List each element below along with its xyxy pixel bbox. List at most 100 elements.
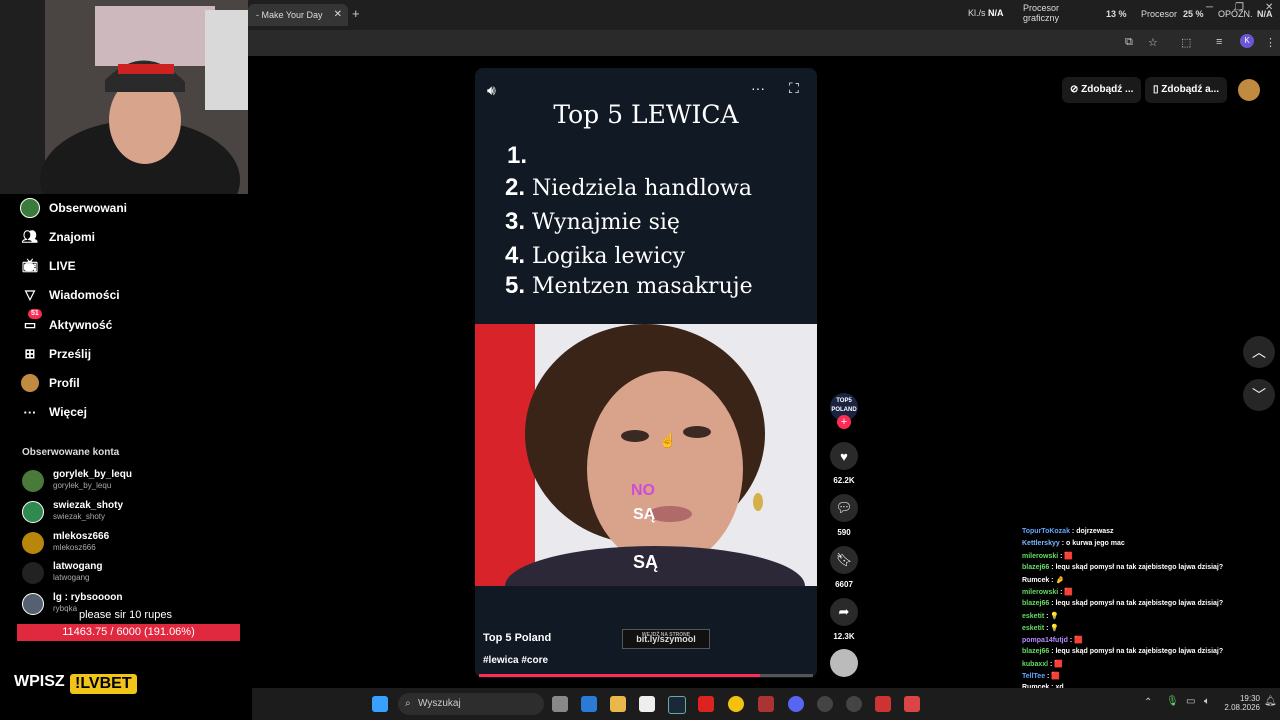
chat-message: esketit : 💡 [1022,624,1059,632]
minimize-icon[interactable]: ─ [1206,2,1213,13]
maximize-icon[interactable]: ❐ [1235,2,1244,13]
chrome-icon[interactable] [728,696,744,712]
sidebar-item-wiadomosci[interactable]: ▽ Wiadomości [20,283,120,307]
chat-message: kubaxxl : 🟥 [1022,660,1063,668]
avatar [22,562,44,584]
sidebar-item-wiecej[interactable]: ··· Więcej [20,400,87,424]
fps-value: N/A [988,8,1004,18]
microphone-icon[interactable]: 🎙︎ [1166,696,1179,707]
chat-message: blazej66 : lequ skąd pomysł na tak zajeb… [1022,648,1223,655]
browser-tab[interactable]: - Make Your Day ✕ [248,4,348,26]
video-hashtags[interactable]: #lewica #core [483,655,548,666]
followed-account[interactable]: mlekosz666 mlekosz666 [22,530,242,556]
network-icon[interactable]: ▭ [1186,696,1195,707]
chat-text: dojrzewasz [1076,528,1114,535]
account-name: swiezak_shoty [53,500,124,511]
app-icon-red[interactable] [698,696,714,712]
tray-chevron-icon[interactable]: ⌃ [1144,697,1152,708]
more-options-icon[interactable]: ··· [751,80,765,96]
gpu-label-line1: Procesor [1023,3,1060,13]
sidebar-item-aktywnosc[interactable]: ▭ 51 Aktywność [20,309,112,337]
subtitle-word: NO [631,482,655,499]
sidebar-item-profil[interactable]: Profil [20,371,80,395]
speaker-image [475,324,817,586]
chat-username: blazej66 [1022,564,1050,571]
bookmark-star-icon[interactable]: ☆ [1148,36,1158,49]
video-author[interactable]: Top 5 Poland [483,632,551,644]
chat-message: pompa14futjd : 🟥 [1022,636,1083,644]
sidebar-item-live[interactable]: 📺︎ LIVE [20,254,76,278]
user-avatar[interactable] [1238,79,1260,101]
shield-icon[interactable] [875,696,891,712]
obs-icon[interactable] [817,696,833,712]
comment-button[interactable]: 💬︎ 590 [829,494,859,537]
fullscreen-icon[interactable]: ⛶ [789,80,799,97]
account-handle: latwogang [53,573,90,582]
taskbar-search[interactable]: ⌕ Wyszukaj [398,693,544,715]
volume-tray-icon[interactable]: 🔈︎ [1204,696,1210,707]
notifications-icon[interactable]: 🔔︎ [1264,696,1277,707]
chat-username: Rumcek [1022,577,1050,584]
sidebar-item-obserwowani[interactable]: Obserwowani [20,196,127,220]
sidebar-item-znajomi[interactable]: 👥︎ Znajomi [20,225,95,249]
close-window-icon[interactable]: ✕ [1265,2,1273,13]
more-icon: ··· [23,404,37,420]
obs-icon[interactable] [846,696,862,712]
sidebar-item-label: Obserwowani [49,201,128,215]
follow-plus-icon[interactable]: + [837,415,851,429]
next-video-button[interactable]: ﹀ [1243,379,1275,411]
video-player[interactable]: 🔊︎ ··· ⛶ Top 5 LEWICA 1. 2. Niedziela ha… [475,68,817,678]
chat-text: lequ skąd pomysł na tak zajebistego lajw… [1055,600,1224,607]
steam-icon[interactable] [668,696,686,714]
chat-text: lequ skąd pomysł na tak zajebistego lajw… [1055,564,1224,571]
video-progress-bar[interactable] [479,674,813,677]
get-coins-button[interactable]: ⊘ Zdobądź ... [1062,77,1142,103]
followed-account[interactable]: gorylek_by_lequ gorylek_by_lequ [22,468,242,494]
sound-disc[interactable] [829,649,859,677]
chat-username: kubaxxl [1022,661,1049,668]
chat-username: milerowski [1022,553,1059,560]
profile-avatar[interactable]: K [1240,34,1254,48]
volume-icon[interactable]: 🔊︎ [487,82,496,99]
get-app-button[interactable]: ▯ Zdobądź a... [1145,77,1228,103]
video-title: Top 5 LEWICA [553,100,739,129]
extensions-icon[interactable]: ⬚ [1181,36,1191,49]
sidebar-item-przeslij[interactable]: ⊞ Prześlij [20,342,91,366]
friends-icon: 👥︎ [21,229,39,244]
riot-icon[interactable] [758,696,774,712]
translate-icon[interactable]: ⧉ [1125,36,1133,49]
sidebar-item-label: Znajomi [49,230,96,244]
task-view-icon[interactable] [552,696,568,712]
chat-text: 🟥 [1064,553,1074,560]
chat-message: milerowski : 🟥 [1022,588,1073,596]
list-item: 3. Wynajmie się [505,208,680,236]
followed-account[interactable]: latwogang latwogang [22,560,242,586]
browser-menu-icon[interactable]: ⋮ [1265,36,1276,49]
creator-avatar[interactable]: TOP5 POLAND + [829,393,859,429]
previous-video-button[interactable]: ︿ [1243,336,1275,368]
like-count: 62.2K [833,476,855,485]
taskbar-search-label: Wyszukaj [418,698,461,709]
clock[interactable]: 19:30 2.08.2026 [1220,694,1260,712]
windows-start-icon[interactable] [372,696,388,712]
chat-username: esketit [1022,613,1045,620]
store-icon[interactable] [639,696,655,712]
video-frame: NO SĄ SĄ ☝ [475,324,817,586]
chat-username: pompa14futjd [1022,637,1068,644]
outlook-icon[interactable] [581,696,597,712]
new-tab-button[interactable]: + [352,6,360,21]
share-button[interactable]: ➦ 12.3K [829,598,859,641]
followed-account[interactable]: swiezak_shoty swiezak_shoty [22,499,242,525]
chat-username: esketit [1022,625,1045,632]
file-explorer-icon[interactable] [610,696,626,712]
list-number: 5. [505,272,526,299]
media-control-icon[interactable]: ≡ [1216,36,1222,48]
save-button[interactable]: 🔖︎ 6607 [829,546,859,589]
app-icon-flag[interactable] [904,696,920,712]
discord-icon[interactable] [788,696,804,712]
chat-message: milerowski : 🟥 [1022,552,1073,560]
share-icon: ➦ [830,598,858,626]
chat-text: 💡 [1050,625,1060,632]
like-button[interactable]: ♥ 62.2K [829,442,859,485]
tab-close-icon[interactable]: ✕ [334,4,342,26]
